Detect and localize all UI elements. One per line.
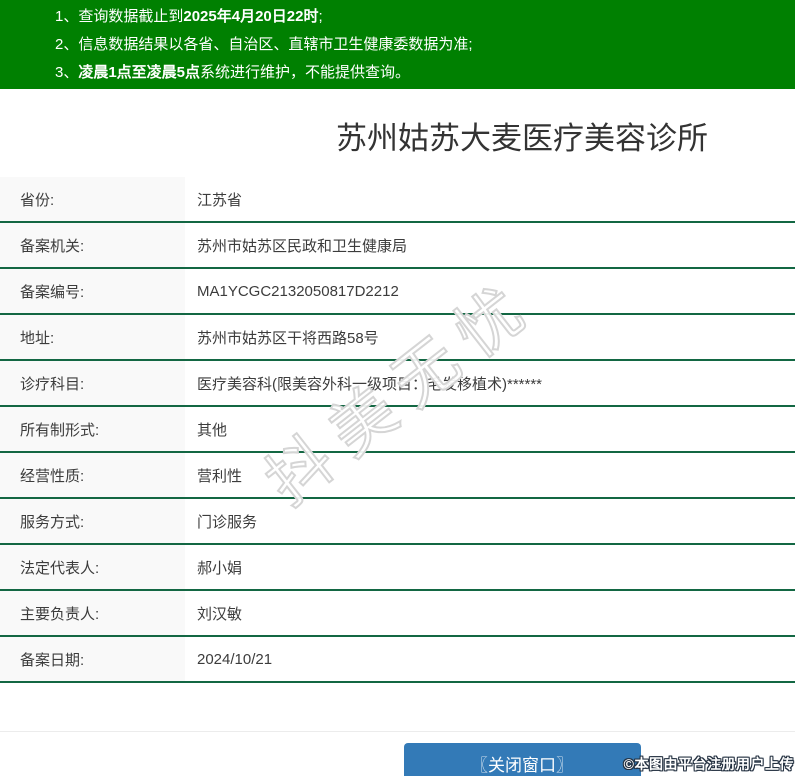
notice-item-3: 3、凌晨1点至凌晨5点系统进行维护，不能提供查询。: [55, 59, 795, 87]
row-value: 医疗美容科(限美容外科一级项目：毛发移植术)******: [197, 375, 543, 393]
notice-text: 系统进行维护，不能提供查询。: [200, 64, 411, 81]
row-value: 苏州市姑苏区干将西路58号: [197, 329, 379, 347]
row-label: 备案机关:: [0, 223, 185, 267]
row-label: 主要负责人:: [0, 591, 185, 635]
table-row-legal-representative: 法定代表人: 郝小娟: [0, 545, 795, 591]
table-row-service-mode: 服务方式: 门诊服务: [0, 499, 795, 545]
upload-credit-label: ©本图由平台注册用户上传: [623, 756, 794, 772]
row-value: MA1YCGC2132050817D2212: [197, 282, 399, 300]
row-value: 其他: [197, 421, 228, 439]
notice-marker: 3、: [55, 64, 79, 81]
close-window-button[interactable]: 〖关闭窗口〗: [403, 743, 641, 776]
table-row-main-person-in-charge: 主要负责人: 刘汉敏: [0, 591, 795, 637]
notice-marker: 1、: [55, 8, 79, 25]
record-table: 省份: 江苏省 备案机关: 苏州市姑苏区民政和卫生健康局 备案编号: MA1YC…: [0, 177, 795, 683]
row-value: 2024/10/21: [197, 650, 273, 668]
table-row-ownership-form: 所有制形式: 其他: [0, 407, 795, 453]
row-value: 郝小娟: [197, 559, 243, 577]
row-label: 备案日期:: [0, 637, 185, 681]
row-label: 备案编号:: [0, 269, 185, 313]
content-container: 1、查询数据截止到2025年4月20日22时; 2、信息数据结果以各省、自治区、…: [0, 0, 795, 776]
notice-text-bold: 凌晨1点至凌晨5点: [78, 64, 201, 81]
row-value: 苏州市姑苏区民政和卫生健康局: [197, 237, 408, 255]
table-row-filing-date: 备案日期: 2024/10/21: [0, 637, 795, 683]
notice-text: ;: [318, 8, 323, 25]
row-value: 门诊服务: [197, 513, 258, 531]
row-label: 诊疗科目:: [0, 361, 185, 405]
notice-bar: 1、查询数据截止到2025年4月20日22时; 2、信息数据结果以各省、自治区、…: [0, 0, 795, 89]
row-value: 江苏省: [197, 191, 243, 209]
table-row-address: 地址: 苏州市姑苏区干将西路58号: [0, 315, 795, 361]
table-row-filing-authority: 备案机关: 苏州市姑苏区民政和卫生健康局: [0, 223, 795, 269]
row-label: 经营性质:: [0, 453, 185, 497]
row-value: 营利性: [197, 467, 243, 485]
page-title: 苏州姑苏大麦医疗美容诊所: [336, 121, 708, 156]
table-row-business-nature: 经营性质: 营利性: [0, 453, 795, 499]
row-label: 所有制形式:: [0, 407, 185, 451]
row-label: 省份:: [0, 177, 185, 221]
row-label: 服务方式:: [0, 499, 185, 543]
table-row-medical-subjects: 诊疗科目: 医疗美容科(限美容外科一级项目：毛发移植术)******: [0, 361, 795, 407]
notice-text: 信息数据结果以各省、自治区、直辖市卫生健康委数据为准;: [78, 36, 473, 53]
notice-text: 查询数据截止到: [78, 8, 184, 25]
table-row-province: 省份: 江苏省: [0, 177, 795, 223]
page-viewport: 1、查询数据截止到2025年4月20日22时; 2、信息数据结果以各省、自治区、…: [0, 0, 795, 776]
notice-text-bold: 2025年4月20日22时: [183, 8, 319, 25]
notice-item-2: 2、信息数据结果以各省、自治区、直辖市卫生健康委数据为准;: [55, 31, 795, 59]
row-label: 地址:: [0, 315, 185, 359]
notice-item-1: 1、查询数据截止到2025年4月20日22时;: [55, 3, 795, 31]
notice-marker: 2、: [55, 36, 79, 53]
row-value: 刘汉敏: [197, 605, 243, 623]
row-label: 法定代表人:: [0, 545, 185, 589]
table-row-filing-number: 备案编号: MA1YCGC2132050817D2212: [0, 269, 795, 315]
